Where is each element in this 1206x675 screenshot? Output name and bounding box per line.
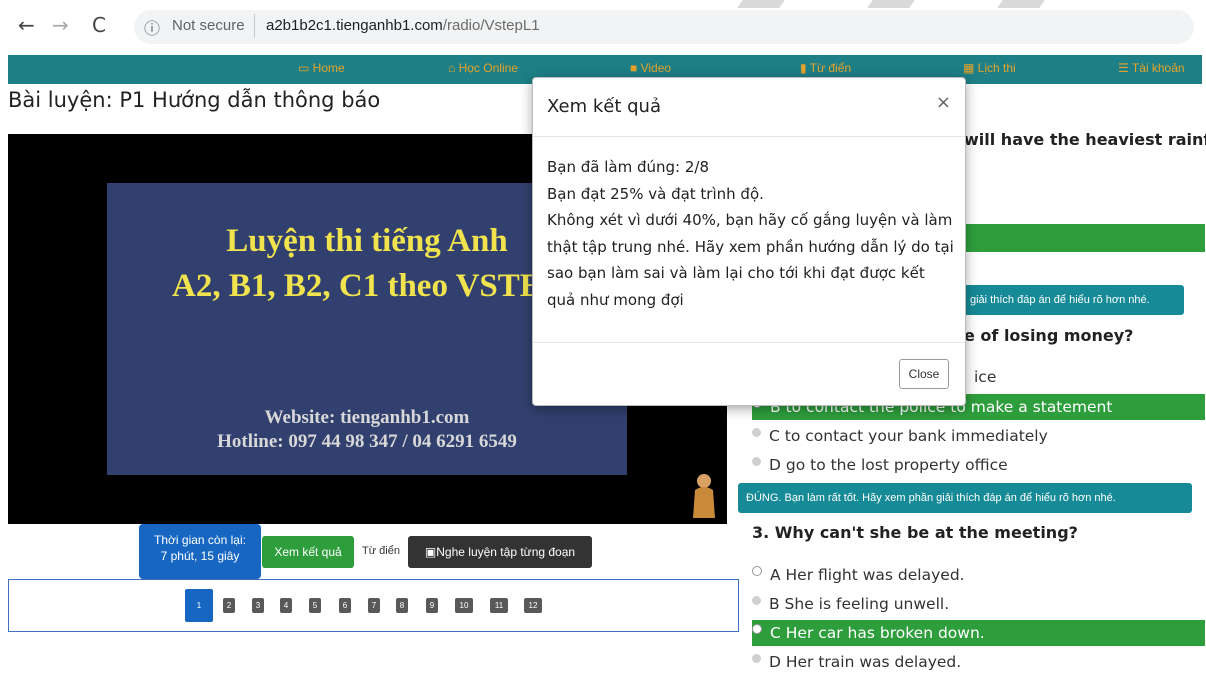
score-line: Bạn đã làm đúng: 2/8 <box>547 158 709 176</box>
modal-body: Bạn đã làm đúng: 2/8 Bạn đạt 25% và đạt … <box>547 154 955 313</box>
modal-header: Xem kết quả × <box>533 78 965 137</box>
modal-overlay: Xem kết quả × Bạn đã làm đúng: 2/8 Bạn đ… <box>0 0 1206 672</box>
advice-text: Không xét vì dưới 40%, bạn hãy cố gắng l… <box>547 211 954 309</box>
level-line: Bạn đạt 25% và đạt trình độ. <box>547 184 764 203</box>
result-modal: Xem kết quả × Bạn đã làm đúng: 2/8 Bạn đ… <box>532 77 966 406</box>
modal-title: Xem kết quả <box>547 96 661 117</box>
modal-footer: Close <box>533 342 965 406</box>
close-button[interactable]: Close <box>899 359 949 389</box>
close-icon[interactable]: × <box>936 92 951 113</box>
